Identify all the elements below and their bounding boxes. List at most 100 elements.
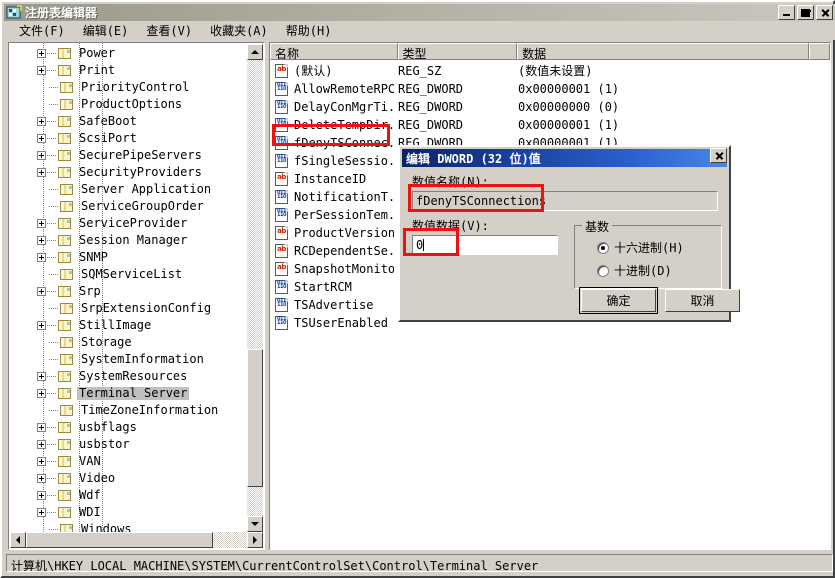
value-data-text: 0 <box>416 238 423 252</box>
maximize-button[interactable] <box>797 5 814 20</box>
tree-expand-icon[interactable] <box>37 168 46 177</box>
tree-expand-icon[interactable] <box>37 508 46 517</box>
tree-expand-icon[interactable] <box>37 457 46 466</box>
tree-expand-icon[interactable] <box>37 151 46 160</box>
tree-expand-icon[interactable] <box>37 253 46 262</box>
tree-expand-icon[interactable] <box>37 491 46 500</box>
tree-connector <box>49 410 58 411</box>
tree-item-scsiport[interactable]: ScsiPort <box>37 130 139 147</box>
tree-item-usbstor[interactable]: usbstor <box>37 436 132 453</box>
tree-item-srpextensionconfig[interactable]: SrpExtensionConfig <box>37 300 213 317</box>
column-header-name[interactable]: 名称 <box>270 43 398 60</box>
tree-item-sqmservicelist[interactable]: SQMServiceList <box>37 266 184 283</box>
tree-horizontal-scrollbar[interactable] <box>10 532 263 548</box>
tree-hscrollbar-thumb[interactable] <box>26 532 213 548</box>
edit-dword-dialog: 编辑 DWORD (32 位)值 数值名称(N): fDenyTSConnect… <box>398 145 731 322</box>
folder-icon <box>57 64 73 77</box>
tree-item-prioritycontrol[interactable]: PriorityControl <box>37 79 191 96</box>
tree-expand-icon[interactable] <box>37 236 46 245</box>
tree-item-windows[interactable]: Windows <box>37 521 134 532</box>
dword-value-icon: 011110 <box>274 100 290 114</box>
menubar: 文件(F) 编辑(E) 查看(V) 收藏夹(A) 帮助(H) <box>4 21 835 40</box>
value-name: fDenyTSConnec... <box>294 136 394 150</box>
tree-item-systeminformation[interactable]: SystemInformation <box>37 351 206 368</box>
minimize-button[interactable] <box>778 5 795 20</box>
tree-expand-icon[interactable] <box>37 66 46 75</box>
tree-item-wdi[interactable]: WDI <box>37 504 103 521</box>
tree-item-stillimage[interactable]: StillImage <box>37 317 153 334</box>
value-row[interactable]: 011110DeleteTempDir...REG_DWORD0x0000000… <box>270 116 810 133</box>
menu-item-help[interactable]: 帮助(H) <box>277 20 341 41</box>
tree-item-servicegrouporder[interactable]: ServiceGroupOrder <box>37 198 206 215</box>
tree-expand-icon[interactable] <box>37 49 46 58</box>
column-header-data[interactable]: 数据 <box>517 43 809 60</box>
column-header-type[interactable]: 类型 <box>398 43 518 60</box>
tree-item-storage[interactable]: Storage <box>37 334 134 351</box>
value-row[interactable]: 011110AllowRemoteRPCREG_DWORD0x00000001 … <box>270 80 810 97</box>
folder-icon <box>59 523 75 532</box>
tree-item-safeboot[interactable]: SafeBoot <box>37 113 139 130</box>
tree-scroll-right-button[interactable] <box>247 532 263 548</box>
radio-hexadecimal[interactable]: 十六进制(H) <box>597 239 684 256</box>
tree-item-print[interactable]: Print <box>37 62 117 79</box>
tree-item-terminal-server[interactable]: Terminal Server <box>37 385 189 402</box>
dialog-close-button[interactable] <box>710 148 727 163</box>
menu-item-favorites[interactable]: 收藏夹(A) <box>201 20 277 41</box>
tree-item-securepipeservers[interactable]: SecurePipeServers <box>37 147 204 164</box>
dword-value-icon: 011110 <box>274 190 290 204</box>
tree-connector <box>47 70 56 71</box>
tree-expand-icon[interactable] <box>37 134 46 143</box>
tree-item-snmp[interactable]: SNMP <box>37 249 110 266</box>
tree-connector <box>49 87 58 88</box>
value-row[interactable]: ab(默认)REG_SZ(数值未设置) <box>270 62 810 79</box>
tree-expand-icon[interactable] <box>37 321 46 330</box>
radio-decimal[interactable]: 十进制(D) <box>597 262 672 279</box>
cancel-button[interactable]: 取消 <box>665 289 740 312</box>
folder-icon <box>57 387 73 400</box>
tree-item-session-manager[interactable]: Session Manager <box>37 232 189 249</box>
folder-icon <box>57 319 73 332</box>
tree-item-label: Server Application <box>79 183 213 196</box>
tree-expand-icon[interactable] <box>37 423 46 432</box>
value-row[interactable]: 011110DelayConMgrTi...REG_DWORD0x0000000… <box>270 98 810 115</box>
tree-expand-icon[interactable] <box>37 117 46 126</box>
tree-item-label: SQMServiceList <box>79 268 184 281</box>
tree-item-power[interactable]: Power <box>37 45 117 62</box>
tree-expand-icon[interactable] <box>37 440 46 449</box>
ok-button[interactable]: 确定 <box>581 289 656 312</box>
tree-item-srp[interactable]: Srp <box>37 283 103 300</box>
tree-item-timezoneinformation[interactable]: TimeZoneInformation <box>37 402 220 419</box>
tree-expand-icon[interactable] <box>37 372 46 381</box>
tree-item-van[interactable]: VAN <box>37 453 103 470</box>
close-button[interactable] <box>816 5 833 20</box>
menu-item-file[interactable]: 文件(F) <box>10 20 74 41</box>
value-name: NotificationT... <box>294 190 394 204</box>
value-name: StartRCM <box>294 280 394 294</box>
value-name-input[interactable]: fDenyTSConnections <box>412 191 718 211</box>
tree-scrollbar-thumb[interactable] <box>247 349 263 487</box>
tree-scroll-down-button[interactable] <box>247 516 263 532</box>
value-data-input[interactable]: 0 <box>412 235 558 255</box>
tree-item-securityproviders[interactable]: SecurityProviders <box>37 164 204 181</box>
value-name: (默认) <box>294 62 394 79</box>
tree-item-productoptions[interactable]: ProductOptions <box>37 96 184 113</box>
tree-scroll-up-button[interactable] <box>247 44 263 60</box>
tree-vertical-scrollbar[interactable] <box>247 44 263 532</box>
registry-tree-pane[interactable]: PowerPrintPriorityControlProductOptionsS… <box>8 42 265 550</box>
value-type: REG_SZ <box>398 64 441 78</box>
tree-item-systemresources[interactable]: SystemResources <box>37 368 189 385</box>
tree-item-usbflags[interactable]: usbflags <box>37 419 139 436</box>
tree-item-video[interactable]: Video <box>37 470 117 487</box>
tree-expand-icon[interactable] <box>37 287 46 296</box>
tree-item-wdf[interactable]: Wdf <box>37 487 103 504</box>
tree-connector <box>47 512 56 513</box>
tree-item-serviceprovider[interactable]: ServiceProvider <box>37 215 189 232</box>
menu-item-view[interactable]: 查看(V) <box>137 20 201 41</box>
tree-item-label: usbstor <box>77 438 132 451</box>
menu-item-edit[interactable]: 编辑(E) <box>74 20 138 41</box>
tree-expand-icon[interactable] <box>37 389 46 398</box>
tree-expand-icon[interactable] <box>37 474 46 483</box>
tree-item-server-application[interactable]: Server Application <box>37 181 213 198</box>
tree-scroll-left-button[interactable] <box>10 532 26 548</box>
tree-expand-icon[interactable] <box>37 219 46 228</box>
